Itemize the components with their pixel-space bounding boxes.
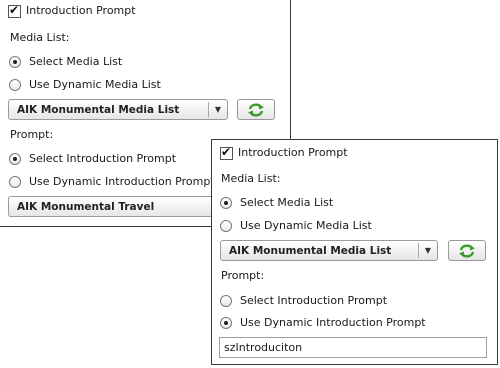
media-list-value: AIK Monumental Media List xyxy=(229,244,392,257)
refresh-icon xyxy=(248,103,264,116)
intro-prompt-checkbox[interactable]: ✔ xyxy=(8,2,21,18)
media-list-value: AIK Monumental Media List xyxy=(17,103,180,116)
chevron-down-icon[interactable]: ▼ xyxy=(419,246,437,255)
intro-prompt-checkbox[interactable]: ✔ xyxy=(220,144,233,160)
media-list-heading: Media List: xyxy=(221,172,281,185)
use-dynamic-intro-prompt-label: Use Dynamic Introduction Prompt xyxy=(29,175,215,188)
select-media-list-label: Select Media List xyxy=(240,196,334,209)
use-dynamic-intro-prompt-radio[interactable] xyxy=(220,317,232,329)
prompt-heading: Prompt: xyxy=(10,128,54,141)
use-dynamic-intro-prompt-option[interactable]: Use Dynamic Introduction Prompt xyxy=(9,175,215,189)
dynamic-intro-prompt-input[interactable]: szIntroduciton xyxy=(219,337,487,358)
use-dynamic-intro-prompt-option[interactable]: Use Dynamic Introduction Prompt xyxy=(220,316,426,330)
refresh-media-list-button[interactable] xyxy=(237,99,275,120)
chevron-down-icon[interactable]: ▼ xyxy=(209,105,227,114)
use-dynamic-media-list-radio[interactable] xyxy=(9,79,21,91)
select-media-list-option[interactable]: Select Media List xyxy=(220,196,333,210)
select-intro-prompt-radio[interactable] xyxy=(220,295,232,307)
select-intro-prompt-option[interactable]: Select Introduction Prompt xyxy=(9,152,176,166)
use-dynamic-media-list-radio[interactable] xyxy=(220,220,232,232)
select-intro-prompt-label: Select Introduction Prompt xyxy=(240,294,388,307)
media-list-dropdown[interactable]: AIK Monumental Media List ▼ xyxy=(220,240,438,261)
select-intro-prompt-radio[interactable] xyxy=(9,153,21,165)
dynamic-intro-prompt-value: szIntroduciton xyxy=(224,341,303,354)
use-dynamic-media-list-option[interactable]: Use Dynamic Media List xyxy=(220,219,372,233)
refresh-icon xyxy=(459,244,475,257)
select-media-list-radio[interactable] xyxy=(220,197,232,209)
checkmark-icon: ✔ xyxy=(9,2,20,17)
media-list-heading: Media List: xyxy=(10,31,70,44)
select-media-list-radio[interactable] xyxy=(9,56,21,68)
intro-prompt-checkbox-row[interactable]: ✔ Introduction Prompt xyxy=(220,144,348,160)
media-list-dropdown[interactable]: AIK Monumental Media List ▼ xyxy=(8,99,228,120)
prompt-heading: Prompt: xyxy=(221,269,265,282)
select-media-list-label: Select Media List xyxy=(29,55,123,68)
select-intro-prompt-option[interactable]: Select Introduction Prompt xyxy=(220,294,387,308)
refresh-media-list-button[interactable] xyxy=(448,240,486,261)
select-intro-prompt-label: Select Introduction Prompt xyxy=(29,152,177,165)
select-media-list-option[interactable]: Select Media List xyxy=(9,55,122,69)
use-dynamic-media-list-label: Use Dynamic Media List xyxy=(240,219,372,232)
checkmark-icon: ✔ xyxy=(221,144,232,159)
use-dynamic-media-list-option[interactable]: Use Dynamic Media List xyxy=(9,78,161,92)
intro-prompt-label: Introduction Prompt xyxy=(238,146,348,159)
intro-prompt-panel-dynamic: ✔ Introduction Prompt Media List: Select… xyxy=(211,139,498,365)
use-dynamic-media-list-label: Use Dynamic Media List xyxy=(29,78,161,91)
intro-prompt-checkbox-row[interactable]: ✔ Introduction Prompt xyxy=(8,2,136,18)
use-dynamic-intro-prompt-label: Use Dynamic Introduction Prompt xyxy=(240,316,426,329)
intro-prompt-label: Introduction Prompt xyxy=(26,4,136,17)
use-dynamic-intro-prompt-radio[interactable] xyxy=(9,176,21,188)
